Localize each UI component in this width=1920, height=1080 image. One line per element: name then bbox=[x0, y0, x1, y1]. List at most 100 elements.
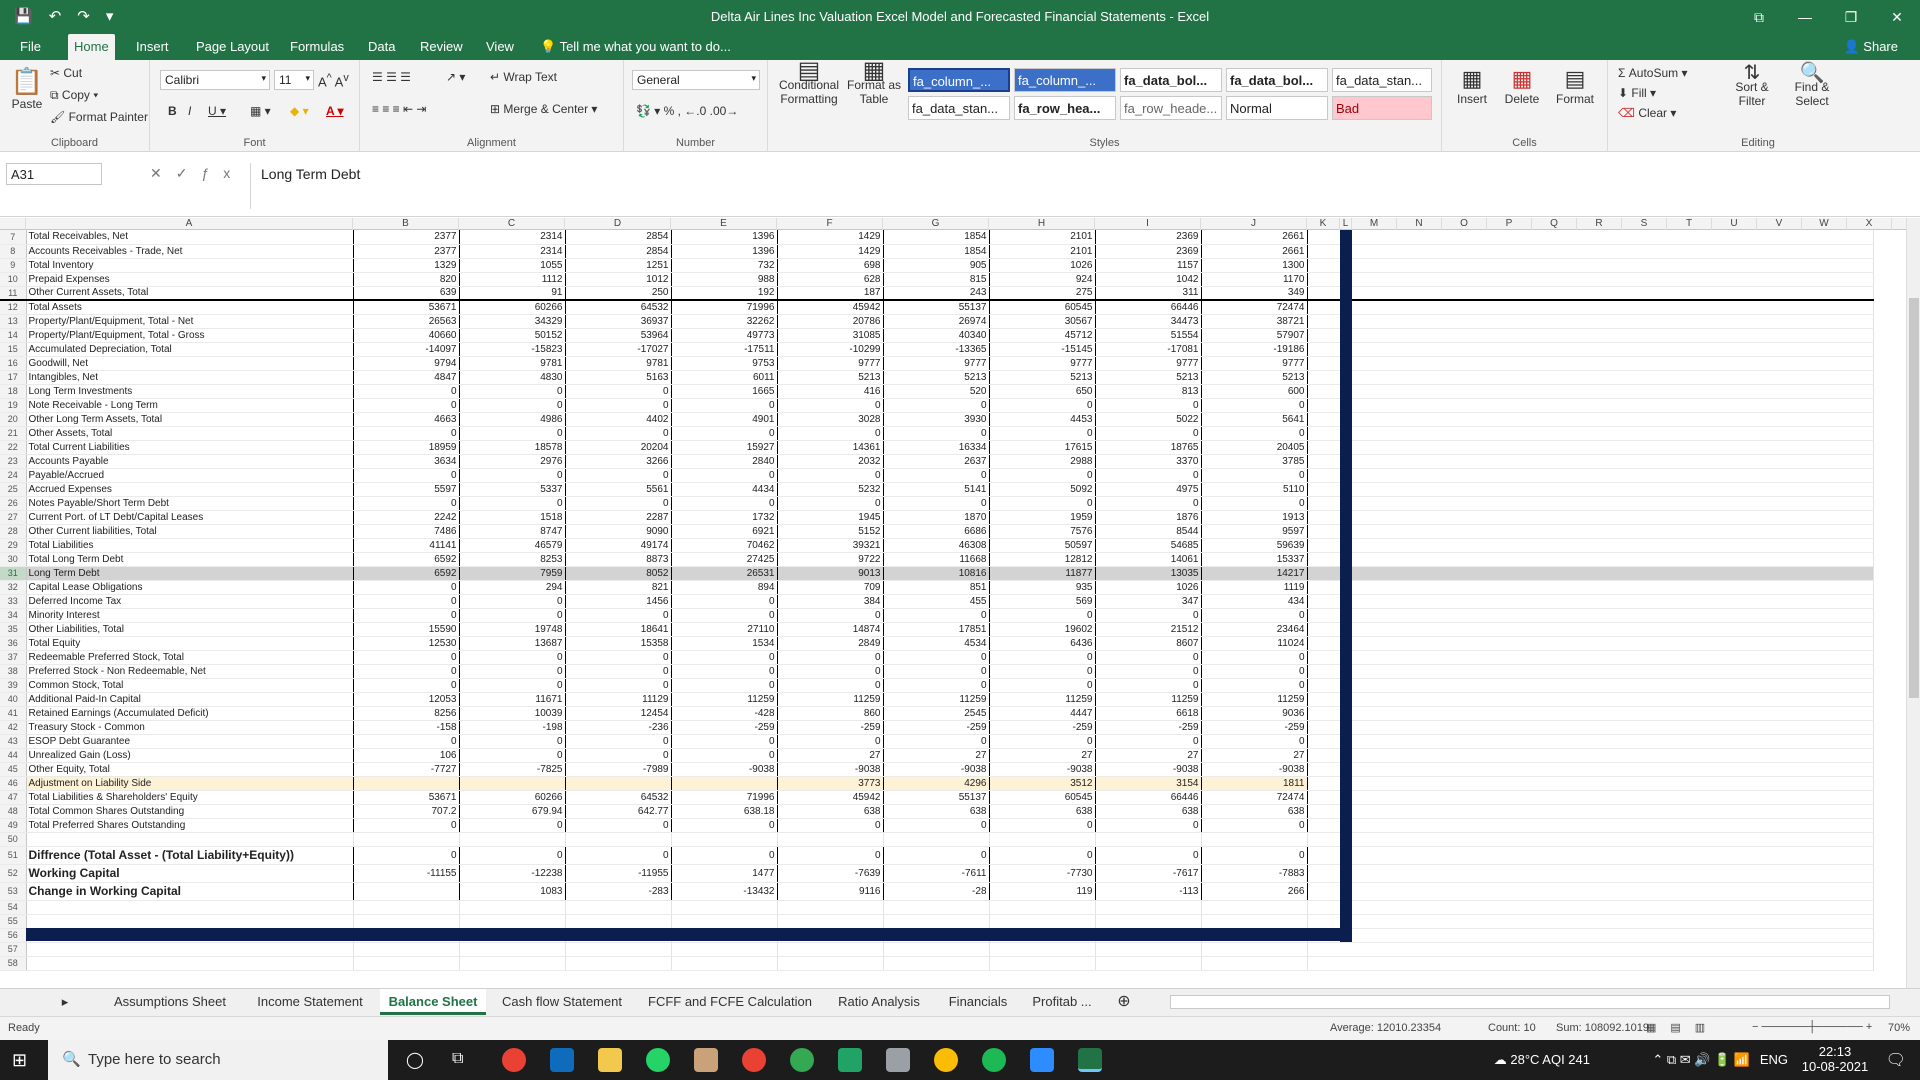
value-cell[interactable]: 27 bbox=[1095, 748, 1202, 763]
value-cell[interactable]: 5213 bbox=[1095, 370, 1202, 385]
value-cell[interactable]: 72474 bbox=[1201, 790, 1308, 805]
value-cell[interactable] bbox=[353, 882, 460, 901]
table-row[interactable]: 33 Deferred Income Tax 0 0 1456 0 384 455 569 347… bbox=[0, 594, 1874, 609]
value-cell[interactable]: 1251 bbox=[565, 258, 672, 273]
value-cell[interactable]: 520 bbox=[883, 384, 990, 399]
font-color-icon[interactable]: A ▾ bbox=[326, 104, 344, 118]
value-cell[interactable] bbox=[565, 832, 672, 847]
empty-cells[interactable] bbox=[1307, 299, 1874, 315]
share-button[interactable]: 👤 Share bbox=[1843, 39, 1898, 55]
value-cell[interactable]: 0 bbox=[1201, 650, 1308, 665]
table-row[interactable]: 25 Accrued Expenses 5597 5337 5561 4434 5232 51… bbox=[0, 482, 1874, 497]
value-cell[interactable]: 0 bbox=[1095, 664, 1202, 679]
value-cell[interactable]: 27 bbox=[777, 748, 884, 763]
row-label-cell[interactable]: Common Stock, Total bbox=[26, 678, 354, 693]
value-cell[interactable]: 1870 bbox=[883, 510, 990, 525]
sheet-tab-income-statement[interactable]: Income Statement bbox=[242, 989, 378, 1015]
empty-cells[interactable] bbox=[1307, 398, 1874, 413]
value-cell[interactable]: 0 bbox=[1095, 426, 1202, 441]
value-cell[interactable]: 91 bbox=[459, 286, 566, 301]
value-cell[interactable]: 106 bbox=[353, 748, 460, 763]
table-row[interactable]: 22 Total Current Liabilities 18959 18578 202… bbox=[0, 440, 1874, 455]
row-number[interactable]: 23 bbox=[0, 454, 27, 469]
value-cell[interactable] bbox=[777, 914, 884, 929]
value-cell[interactable]: 0 bbox=[459, 748, 566, 763]
empty-cells[interactable] bbox=[1307, 928, 1874, 943]
table-row[interactable]: 14 Property/Plant/Equipment, Total - Gros… bbox=[0, 328, 1874, 343]
value-cell[interactable]: 8544 bbox=[1095, 524, 1202, 539]
value-cell[interactable]: 5641 bbox=[1201, 412, 1308, 427]
value-cell[interactable]: -9038 bbox=[671, 762, 778, 777]
value-cell[interactable]: 0 bbox=[1201, 664, 1308, 679]
value-cell[interactable]: 5232 bbox=[777, 482, 884, 497]
value-cell[interactable]: -14097 bbox=[353, 342, 460, 357]
empty-cells[interactable] bbox=[1307, 412, 1874, 427]
empty-cells[interactable] bbox=[1307, 762, 1874, 777]
empty-cells[interactable] bbox=[1307, 566, 1874, 581]
value-cell[interactable] bbox=[1095, 900, 1202, 915]
value-cell[interactable]: 4975 bbox=[1095, 482, 1202, 497]
value-cell[interactable]: 2854 bbox=[565, 230, 672, 245]
row-label-cell[interactable] bbox=[26, 942, 354, 957]
value-cell[interactable]: 3930 bbox=[883, 412, 990, 427]
row-label-cell[interactable]: Total Equity bbox=[26, 636, 354, 651]
value-cell[interactable]: 4901 bbox=[671, 412, 778, 427]
empty-cells[interactable] bbox=[1307, 370, 1874, 385]
row-label-cell[interactable]: Other Current liabilities, Total bbox=[26, 524, 354, 539]
value-cell[interactable]: 0 bbox=[777, 650, 884, 665]
value-cell[interactable]: 0 bbox=[777, 846, 884, 865]
tab-data[interactable]: Data bbox=[362, 34, 401, 60]
tab-review[interactable]: Review bbox=[414, 34, 469, 60]
value-cell[interactable]: 1732 bbox=[671, 510, 778, 525]
value-cell[interactable]: 45942 bbox=[777, 299, 884, 315]
delete-cells-button[interactable]: ▦ Delete bbox=[1500, 66, 1544, 106]
value-cell[interactable]: 12812 bbox=[989, 552, 1096, 567]
value-cell[interactable]: 27 bbox=[1201, 748, 1308, 763]
row-label-cell[interactable]: Total Current Liabilities bbox=[26, 440, 354, 455]
row-number[interactable]: 31 bbox=[0, 566, 27, 581]
value-cell[interactable]: 0 bbox=[459, 468, 566, 483]
value-cell[interactable]: 27110 bbox=[671, 622, 778, 637]
value-cell[interactable]: 31085 bbox=[777, 328, 884, 343]
value-cell[interactable]: 57907 bbox=[1201, 328, 1308, 343]
value-cell[interactable]: 0 bbox=[353, 468, 460, 483]
value-cell[interactable]: 11671 bbox=[459, 692, 566, 707]
minimize-button[interactable]: — bbox=[1782, 0, 1828, 34]
value-cell[interactable] bbox=[1095, 914, 1202, 929]
value-cell[interactable]: 860 bbox=[777, 706, 884, 721]
value-cell[interactable]: 0 bbox=[883, 650, 990, 665]
wrap-text-button[interactable]: ↵ Wrap Text bbox=[490, 70, 557, 84]
value-cell[interactable]: 2637 bbox=[883, 454, 990, 469]
column-header[interactable]: P bbox=[1487, 218, 1532, 230]
tab-page-layout[interactable]: Page Layout bbox=[190, 34, 275, 60]
value-cell[interactable]: 2661 bbox=[1201, 230, 1308, 245]
value-cell[interactable]: 638 bbox=[1095, 804, 1202, 819]
value-cell[interactable]: 8607 bbox=[1095, 636, 1202, 651]
row-label-cell[interactable]: Other Equity, Total bbox=[26, 762, 354, 777]
column-header[interactable]: H bbox=[989, 218, 1095, 230]
value-cell[interactable]: -7730 bbox=[989, 864, 1096, 883]
value-cell[interactable]: 0 bbox=[989, 468, 1096, 483]
value-cell[interactable]: 12053 bbox=[353, 692, 460, 707]
value-cell[interactable]: 0 bbox=[565, 818, 672, 833]
number-format-select[interactable]: General ▾ bbox=[632, 70, 760, 90]
empty-cells[interactable] bbox=[1307, 636, 1874, 651]
value-cell[interactable]: 5561 bbox=[565, 482, 672, 497]
table-row[interactable]: 42 Treasury Stock - Common -158 -198 -236 -25… bbox=[0, 720, 1874, 735]
value-cell[interactable] bbox=[353, 832, 460, 847]
row-label-cell[interactable]: Total Receivables, Net bbox=[26, 230, 354, 245]
value-cell[interactable] bbox=[1201, 832, 1308, 847]
value-cell[interactable]: 12530 bbox=[353, 636, 460, 651]
table-row[interactable]: 48 Total Common Shares Outstanding 707.2 67… bbox=[0, 804, 1874, 819]
value-cell[interactable]: -11955 bbox=[565, 864, 672, 883]
value-cell[interactable]: 0 bbox=[565, 496, 672, 511]
value-cell[interactable]: 18641 bbox=[565, 622, 672, 637]
value-cell[interactable]: 2849 bbox=[777, 636, 884, 651]
row-number[interactable]: 34 bbox=[0, 608, 27, 623]
value-cell[interactable] bbox=[777, 832, 884, 847]
column-header[interactable]: N bbox=[1397, 218, 1442, 230]
add-sheet-icon[interactable]: ⊕ bbox=[1106, 989, 1142, 1015]
scroll-tabs-right-icon[interactable]: ▸ bbox=[50, 989, 80, 1015]
fill-button[interactable]: ⬇ Fill ▾ bbox=[1618, 86, 1656, 100]
excel-taskbar-icon[interactable] bbox=[1078, 1048, 1102, 1072]
